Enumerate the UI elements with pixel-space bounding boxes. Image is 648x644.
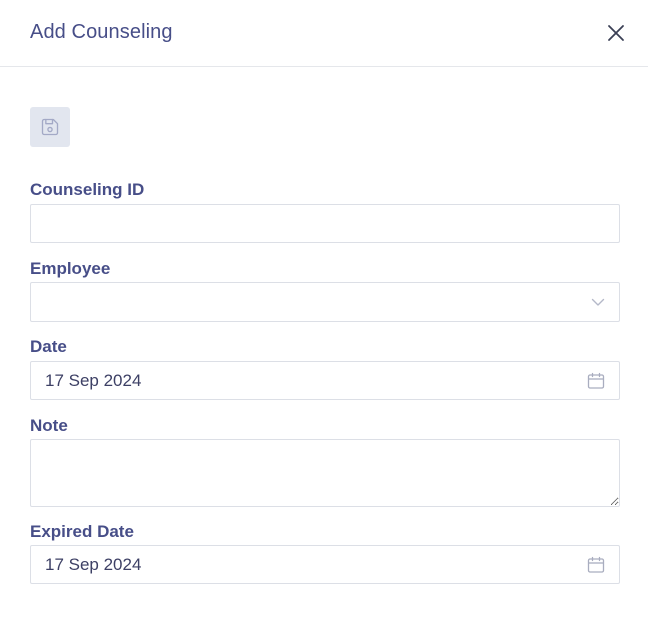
employee-label: Employee bbox=[30, 259, 111, 278]
calendar-icon bbox=[587, 372, 605, 389]
chevron-down-icon bbox=[591, 298, 605, 306]
calendar-icon bbox=[587, 556, 605, 573]
employee-select[interactable] bbox=[30, 282, 620, 322]
date-value: 17 Sep 2024 bbox=[45, 370, 142, 390]
save-button[interactable] bbox=[30, 107, 70, 147]
expired-date-label: Expired Date bbox=[30, 522, 134, 541]
date-picker[interactable]: 17 Sep 2024 bbox=[30, 361, 620, 400]
save-icon bbox=[41, 118, 59, 136]
modal-header: Add Counseling bbox=[0, 0, 648, 67]
close-button[interactable] bbox=[604, 21, 628, 45]
expired-date-picker[interactable]: 17 Sep 2024 bbox=[30, 545, 620, 584]
close-icon bbox=[608, 25, 624, 41]
date-label: Date bbox=[30, 337, 67, 356]
counseling-id-label: Counseling ID bbox=[30, 180, 145, 199]
note-label: Note bbox=[30, 416, 68, 435]
expired-date-value: 17 Sep 2024 bbox=[45, 554, 142, 574]
counseling-id-input[interactable] bbox=[30, 204, 620, 243]
add-counseling-modal: Add Counseling Counseling ID Employee Da… bbox=[0, 0, 648, 644]
modal-title: Add Counseling bbox=[30, 21, 173, 43]
note-textarea[interactable] bbox=[30, 439, 620, 507]
